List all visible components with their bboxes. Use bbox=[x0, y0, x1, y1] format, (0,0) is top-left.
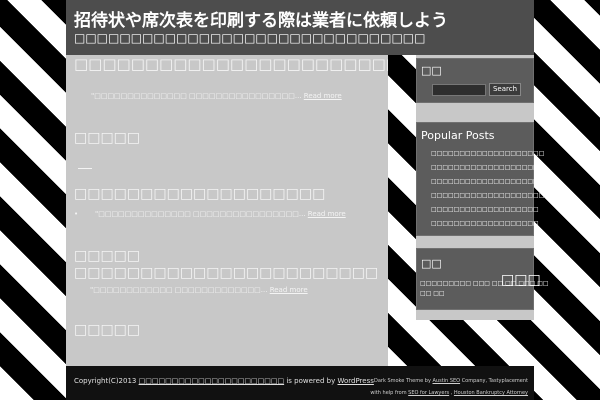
popular-post-link[interactable]: □□□□□□□□□□□□□□□□□□□□□□□□ bbox=[431, 192, 567, 199]
post-excerpt-3: "□□□□□□□□□□□□□□ □□□□□□□□□□□□□□□□... Read… bbox=[95, 210, 346, 218]
footer-copyright: Copyright(C)2013 □□□□□□□□□□□□□□□□□□□□□□ … bbox=[74, 377, 374, 385]
copyright-text: Copyright(C)2013 bbox=[74, 377, 137, 385]
popular-post-link[interactable]: □□□□□□□□□□□□□□□□□□□□ bbox=[431, 150, 544, 157]
post-excerpt-1: "□□□□□□□□□□□□□□ □□□□□□□□□□□□□□□□... Read… bbox=[91, 92, 342, 100]
read-more-link[interactable]: Read more bbox=[270, 286, 308, 294]
austin-seo-link[interactable]: Austin SEO bbox=[433, 378, 461, 384]
excerpt-text: "□□□□□□□□□□□□ □□□□□□□□□□□□□... bbox=[90, 286, 268, 294]
search-button[interactable]: Search bbox=[489, 83, 521, 96]
search-input[interactable] bbox=[432, 84, 486, 96]
page-wrapper: 招待状や席次表を印刷する際は業者に依頼しよう □□□□□□□□□□□□□□□□□… bbox=[66, 0, 567, 400]
main-content: □□□□□□□□□□□□□□□□□□□□□□□□□□□□□□□□□□□□□□□□… bbox=[66, 55, 388, 366]
comma: , bbox=[450, 390, 453, 396]
seo-lawyers-link[interactable]: SEO for Lawyers bbox=[408, 390, 449, 396]
list-bullet: • bbox=[74, 210, 79, 218]
help-text: with help from bbox=[370, 390, 407, 396]
popular-post-link[interactable]: □□□□□□□□□□□□□□□□□□□ bbox=[431, 220, 539, 227]
site-footer: Copyright(C)2013 □□□□□□□□□□□□□□□□□□□□□□ … bbox=[66, 366, 534, 400]
divider bbox=[78, 168, 92, 169]
excerpt-text: "□□□□□□□□□□□□□□ □□□□□□□□□□□□□□□□... bbox=[95, 210, 306, 218]
footer-credits-line1: Dark Smoke Theme by Austin SEO Company, … bbox=[374, 378, 528, 384]
site-title[interactable]: 招待状や席次表を印刷する際は業者に依頼しよう bbox=[74, 6, 448, 31]
excerpt-text: "□□□□□□□□□□□□□□ □□□□□□□□□□□□□□□□... bbox=[91, 92, 302, 100]
theme-text: Dark Smoke Theme by bbox=[374, 378, 431, 384]
footer-credits-line2: with help from SEO for Lawyers , Houston… bbox=[370, 390, 528, 396]
tags-widget-title: □□ bbox=[421, 257, 442, 270]
read-more-link[interactable]: Read more bbox=[304, 92, 342, 100]
post-title-5[interactable]: □□□□□ bbox=[74, 322, 140, 339]
search-widget-title: □□ bbox=[421, 64, 442, 77]
popular-post-link[interactable]: □□□□□□□□□□□□□□□□□□□ bbox=[431, 164, 539, 171]
tags-widget: □□ □□□□□□□□□ □□□ □□ □□ □□□ □□ □□□ □□ □□ bbox=[416, 248, 549, 310]
popular-posts-widget: Popular Posts □□□□□□□□□□□□□□□□□□□□ □□□□□… bbox=[416, 122, 567, 236]
popular-posts-title: Popular Posts bbox=[421, 129, 495, 142]
company-text: Company, Tastyplacement bbox=[461, 378, 528, 384]
powered-text: is powered by bbox=[286, 377, 336, 385]
footer-site-link[interactable]: □□□□□□□□□□□□□□□□□□□□□□ bbox=[139, 377, 285, 385]
post-title-3[interactable]: □□□□□□□□□□□□□□□□□□□ bbox=[74, 186, 325, 203]
read-more-link[interactable]: Read more bbox=[308, 210, 346, 218]
popular-post-link[interactable]: □□□□□□□□□□□□□□□□□□□ bbox=[431, 206, 539, 213]
post-title-2[interactable]: □□□□□ bbox=[74, 130, 140, 147]
post-title-1[interactable]: □□□□□□□□□□□□□□□□□□□□□□□□□□□□□□□□□□□□□□□□… bbox=[74, 56, 388, 73]
tag-cloud-line2[interactable]: □□ □□ bbox=[420, 290, 445, 297]
tag-cloud-large[interactable]: □□□ bbox=[501, 272, 541, 288]
post-excerpt-4: "□□□□□□□□□□□□ □□□□□□□□□□□□□... Read more bbox=[90, 286, 308, 294]
popular-post-link[interactable]: □□□□□□□□□□□□□□□□□□□ bbox=[431, 178, 539, 185]
post-title-4[interactable]: □□□□□ □□□□□□□□□□□□□□□□□□□□□□□ bbox=[74, 248, 384, 282]
houston-link[interactable]: Houston Bankruptcy Attorney bbox=[454, 390, 528, 396]
wordpress-link[interactable]: WordPress bbox=[337, 377, 373, 385]
search-widget: □□ Search bbox=[416, 58, 534, 103]
site-header: 招待状や席次表を印刷する際は業者に依頼しよう □□□□□□□□□□□□□□□□□… bbox=[66, 0, 534, 55]
site-description: □□□□□□□□□□□□□□□□□□□□□□□□□□□□□□□ bbox=[74, 31, 426, 45]
